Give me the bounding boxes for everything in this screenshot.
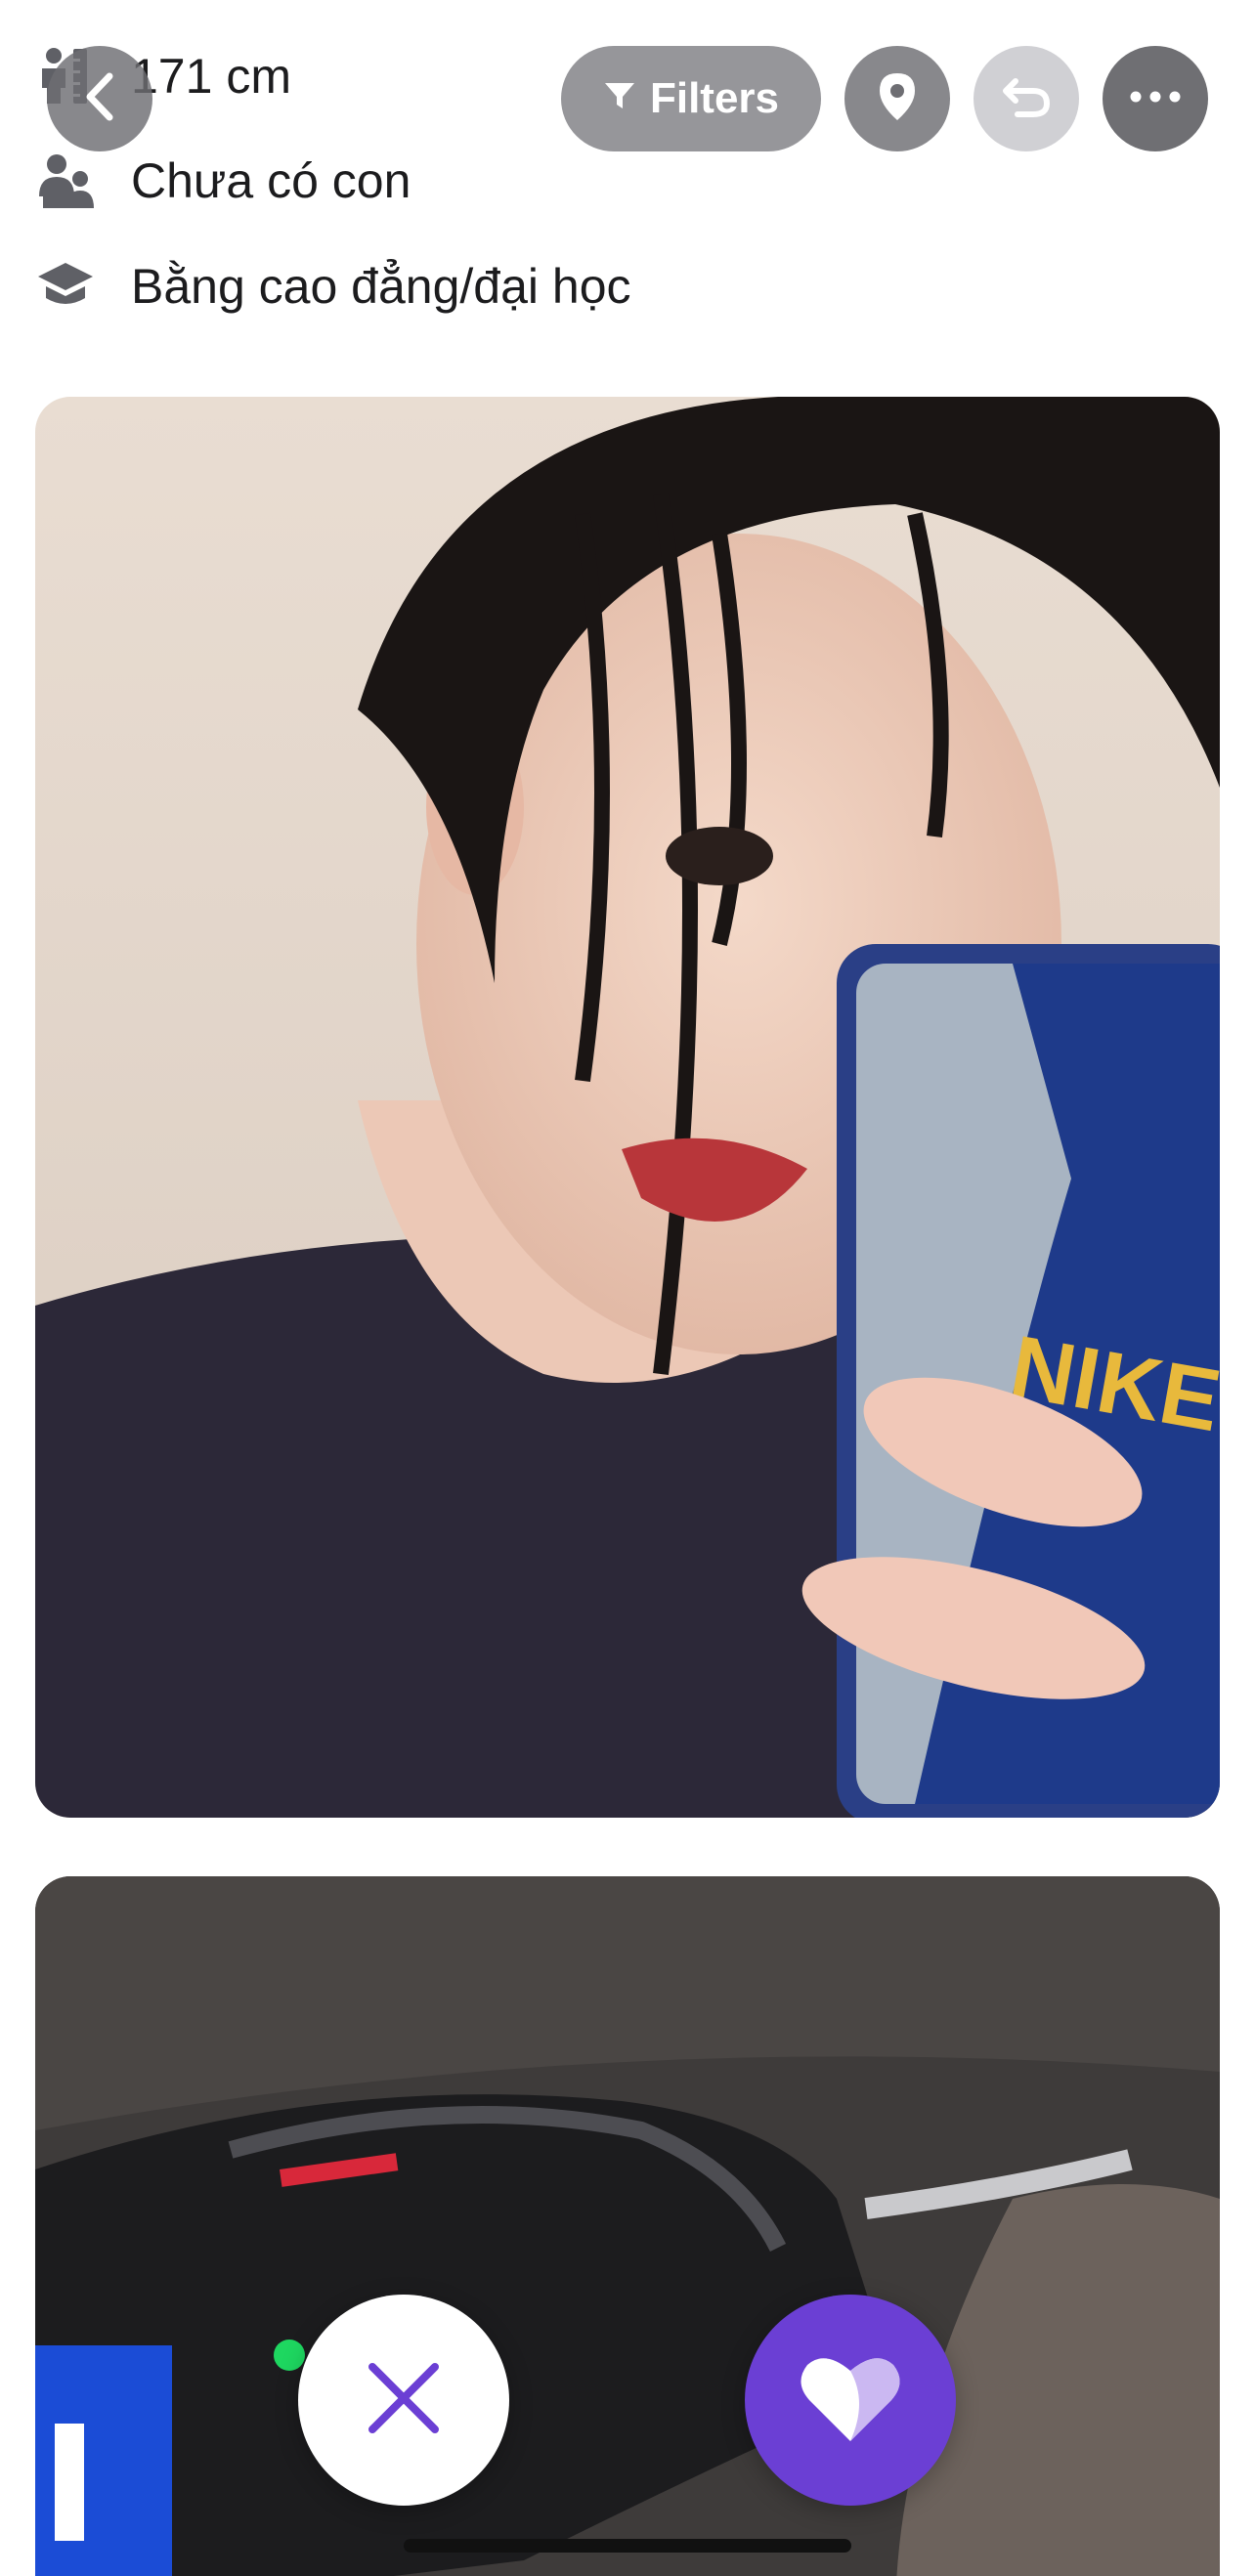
height-value: 171 cm <box>131 49 291 104</box>
location-button[interactable] <box>844 46 950 151</box>
home-indicator <box>404 2539 851 2553</box>
like-button[interactable] <box>745 2295 956 2506</box>
education-value: Bằng cao đẳng/đại học <box>131 259 631 314</box>
profile-photo-1[interactable]: NIKE <box>35 397 1220 1818</box>
more-options-button[interactable] <box>1103 46 1208 151</box>
children-value: Chưa có con <box>131 153 411 208</box>
pass-button[interactable] <box>298 2295 509 2506</box>
back-button[interactable] <box>47 46 152 151</box>
profile-photo-2[interactable] <box>35 1876 1220 2576</box>
map-pin-icon <box>878 71 917 127</box>
selfie-photo: NIKE <box>35 397 1220 1818</box>
funnel-icon <box>603 74 650 123</box>
undo-button[interactable] <box>974 46 1079 151</box>
close-x-icon <box>367 2361 441 2440</box>
filters-button[interactable]: Filters <box>561 46 821 151</box>
graduation-cap-icon <box>35 256 96 317</box>
motorbike-photo <box>35 1876 1220 2576</box>
more-horizontal-icon <box>1130 90 1181 107</box>
chevron-left-icon <box>80 70 119 128</box>
education-row: Bằng cao đẳng/đại học <box>35 242 631 330</box>
heart-icon <box>800 2353 901 2448</box>
undo-icon <box>1002 75 1051 123</box>
family-icon <box>35 150 96 211</box>
filters-label: Filters <box>649 74 780 122</box>
